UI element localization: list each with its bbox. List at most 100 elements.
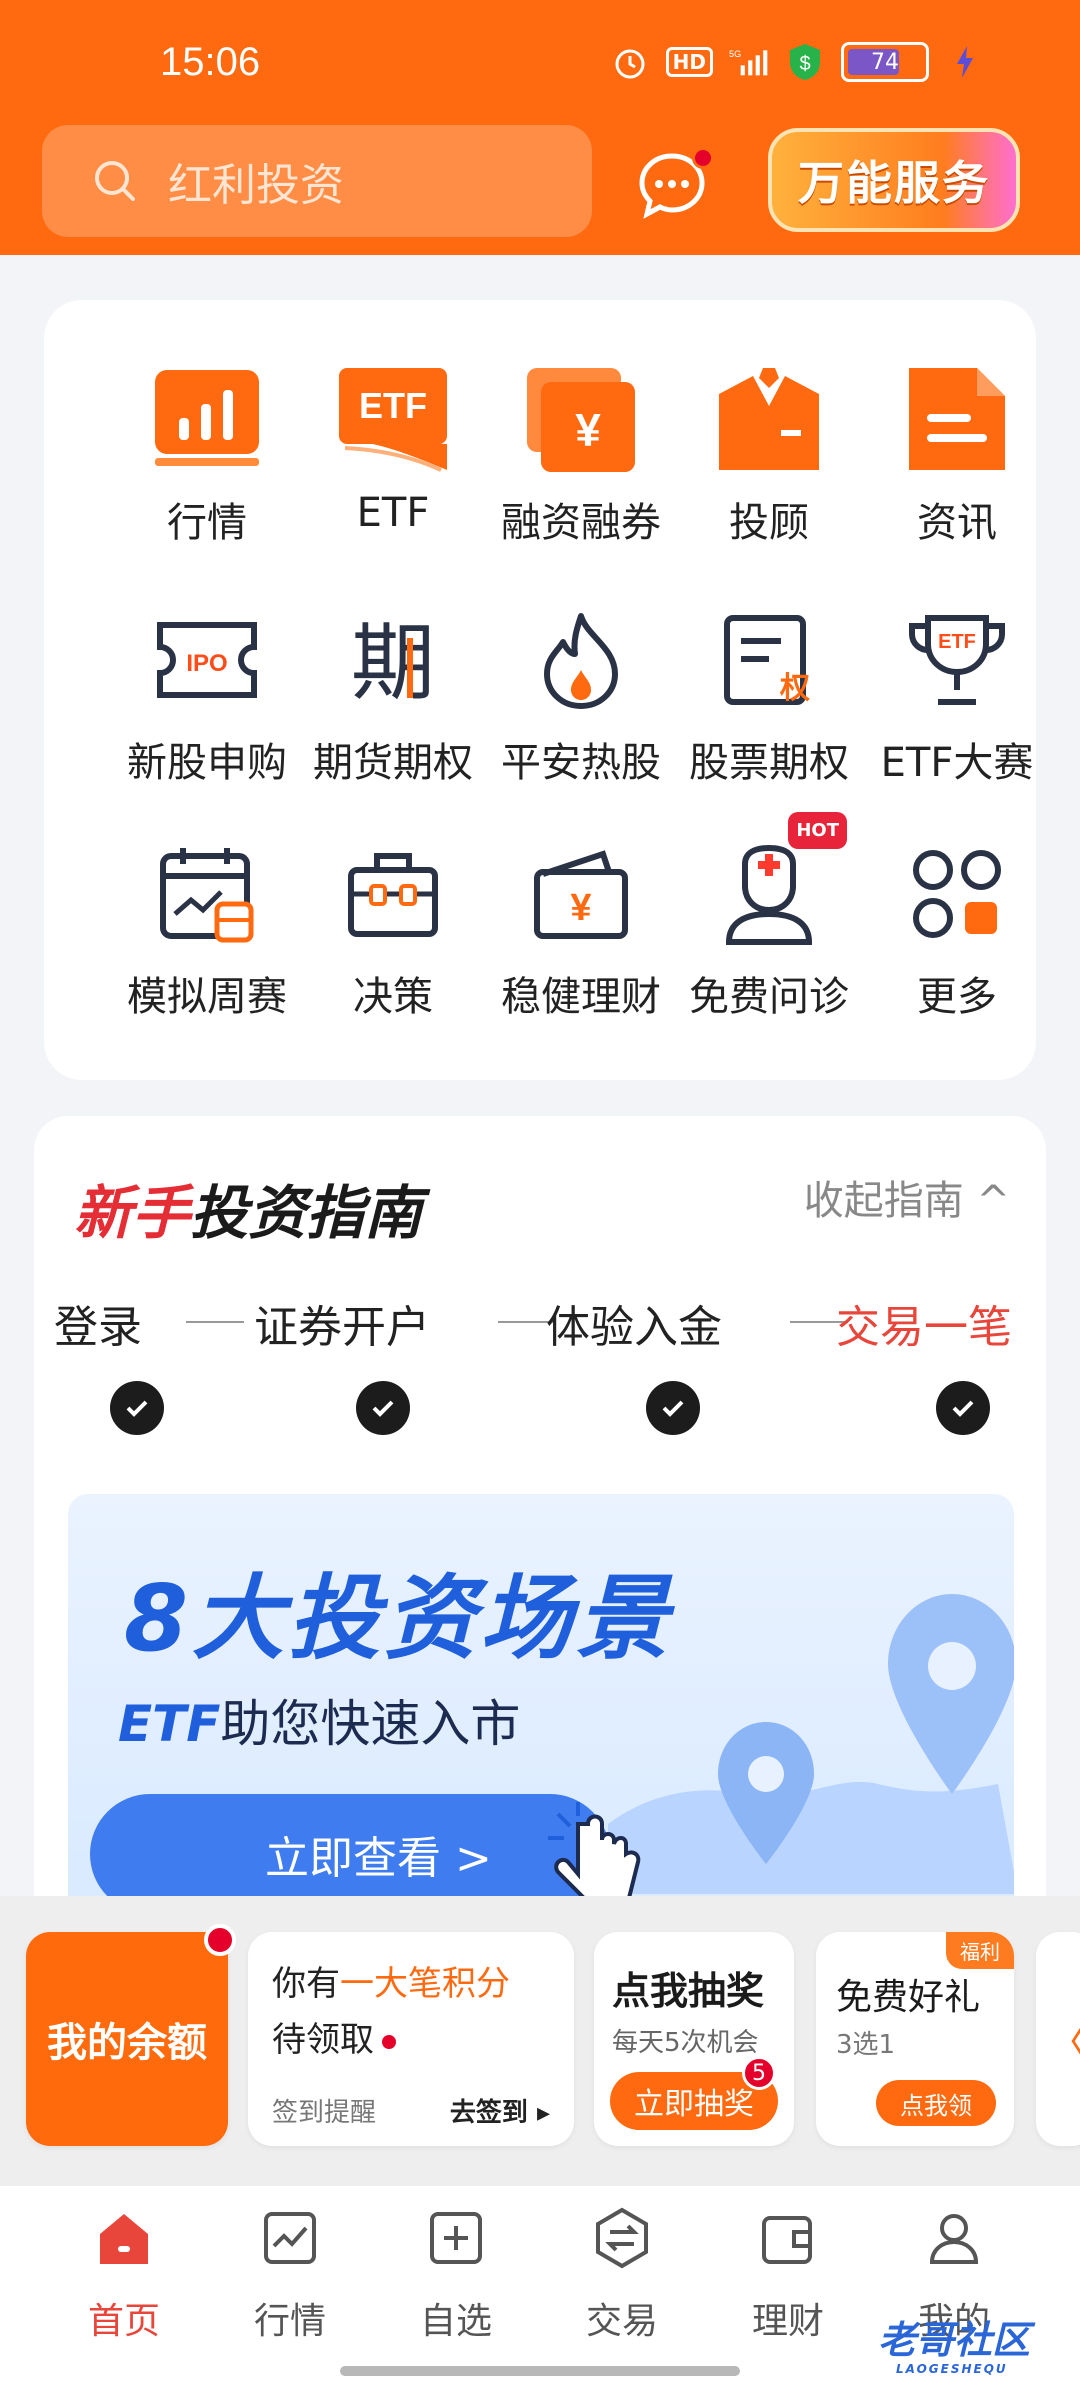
- more-apps-icon: [897, 834, 1017, 954]
- view-now-label: 立即查看 >: [265, 1833, 492, 1884]
- my-balance-label: 我的余额: [47, 2020, 207, 2066]
- etf-icon-text: ETF: [359, 385, 427, 426]
- step-deposit[interactable]: 体验入金: [546, 1291, 722, 1355]
- gift-title: 免费好礼: [836, 1977, 981, 2018]
- my-balance-card[interactable]: 我的余额: [26, 1924, 236, 2146]
- grid-label: 行情: [167, 500, 247, 546]
- investment-scenes-banner[interactable]: 8大投资场景 ETF助您快速入市 立即查看 >: [68, 1494, 1014, 1906]
- grid-label: 股票期权: [689, 740, 849, 786]
- flame-icon: [521, 600, 641, 720]
- plus-square-icon: [430, 2212, 482, 2264]
- grid-item-etf-contest[interactable]: ETF ETF大赛: [862, 600, 1052, 788]
- step-divider: [186, 1321, 244, 1323]
- step-trade[interactable]: 交易一笔: [836, 1291, 1012, 1355]
- nav-watchlist[interactable]: 自选: [376, 2206, 536, 2344]
- yen-text: ¥: [575, 404, 601, 456]
- grid-item-more[interactable]: 更多: [862, 834, 1052, 1022]
- checkin-button[interactable]: 去签到 ▸: [450, 2092, 550, 2129]
- ipo-text: IPO: [186, 650, 227, 677]
- signal-icon: 5G: [729, 42, 769, 82]
- nav-home[interactable]: 首页: [44, 2206, 204, 2344]
- grid-item-sim-contest[interactable]: 模拟周赛: [112, 834, 302, 1022]
- grid-item-hot-stocks[interactable]: 平安热股: [486, 600, 676, 788]
- message-badge: [692, 147, 714, 169]
- ipo-ticket-icon: IPO: [147, 600, 267, 720]
- nav-label: 自选: [419, 2301, 492, 2342]
- lottery-card[interactable]: 点我抽奖 每天5次机会 立即抽奖 5: [594, 1932, 794, 2146]
- nav-trade[interactable]: 交易: [542, 2206, 702, 2344]
- grid-label: 资讯: [917, 500, 997, 546]
- nav-market[interactable]: 行情: [210, 2206, 370, 2344]
- search-icon: [95, 161, 135, 201]
- options-doc-icon: 权: [709, 600, 829, 720]
- grid-item-decision[interactable]: 决策: [298, 834, 488, 1022]
- checkin-reminder[interactable]: 签到提醒: [272, 2092, 376, 2129]
- svg-text:$: $: [799, 53, 810, 75]
- lottery-subtitle: 每天5次机会: [612, 2028, 759, 2058]
- grid-item-etf[interactable]: ETF ETF: [298, 360, 488, 536]
- grid-item-stock-options[interactable]: 权 股票期权: [674, 600, 864, 788]
- grid-item-advisor[interactable]: 投顾: [674, 360, 864, 548]
- check-icon: [936, 1381, 990, 1435]
- universal-service-label: 万能服务: [798, 156, 990, 210]
- calendar-chart-icon: [147, 834, 267, 954]
- view-now-button[interactable]: 立即查看 >: [90, 1794, 610, 1906]
- user-icon: [929, 2214, 979, 2264]
- trophy-etf-text: ETF: [938, 631, 976, 653]
- advisor-suit-icon: [709, 360, 829, 480]
- check-icon: [110, 1381, 164, 1435]
- step-open-account[interactable]: 证券开户: [254, 1291, 430, 1355]
- grid-label: ETF大赛: [880, 740, 1034, 786]
- gift-button[interactable]: 点我领: [876, 2080, 996, 2126]
- watermark-logo: 老哥社区 LAOGESHEQU: [877, 2317, 1030, 2377]
- grid-item-ipo[interactable]: IPO 新股申购: [112, 600, 302, 788]
- grid-label: 免费问诊: [689, 974, 849, 1020]
- universal-service-button[interactable]: 万能服务: [768, 128, 1020, 232]
- home-indicator[interactable]: [340, 2366, 740, 2376]
- hd-icon: HD: [665, 47, 713, 77]
- doctor-icon: HOT: [709, 812, 847, 954]
- chart-bars-icon: [147, 360, 267, 480]
- guide-title: 新手投资指南: [74, 1179, 423, 1247]
- home-icon: [100, 2214, 148, 2264]
- grid-label: 融资融券: [501, 500, 661, 546]
- points-line1: 你有一大笔积分: [272, 1964, 510, 2004]
- alarm-icon: [610, 42, 650, 82]
- grid-label: 平安热股: [501, 740, 661, 786]
- grid-label: 投顾: [729, 500, 809, 546]
- hand-pointer-icon: [548, 1802, 641, 1904]
- step-login[interactable]: 登录: [54, 1291, 142, 1355]
- grid-item-stable-finance[interactable]: ¥ 稳健理财: [486, 834, 676, 1022]
- hot-badge: HOT: [788, 812, 847, 849]
- banner-subtitle: ETF助您快速入市: [118, 1695, 521, 1753]
- grid-item-market[interactable]: 行情: [112, 360, 302, 548]
- grid-label: 更多: [917, 974, 997, 1020]
- balance-badge: [204, 1924, 236, 1956]
- grid-item-futures[interactable]: 期 期货期权: [298, 600, 488, 788]
- banner-title: 8大投资场景: [124, 1565, 673, 1672]
- grid-label: 新股申购: [127, 740, 287, 786]
- app-header: 15:06 HD 5G $ 74 红利投资 万能服务: [0, 0, 1080, 255]
- grid-label: 决策: [353, 974, 433, 1020]
- grid-item-free-consult[interactable]: HOT 免费问诊: [674, 812, 864, 1022]
- wallet-yen-text: ¥: [570, 887, 591, 929]
- promo-scroll-arrow[interactable]: 〈: [1036, 1932, 1080, 2146]
- wallet-icon: [762, 2216, 812, 2264]
- document-icon: [897, 360, 1017, 480]
- collapse-guide-button[interactable]: 收起指南 ^: [804, 1168, 1010, 1226]
- feature-grid: 行情 ETF ETF ¥ 融资融券 投顾 资讯 IPO 新股申购 期 期货期权 …: [44, 300, 1036, 1080]
- free-gift-card[interactable]: 福利 免费好礼 3选1 点我领: [816, 1932, 1014, 2146]
- check-icon: [356, 1381, 410, 1435]
- battery-indicator: 74: [841, 42, 929, 82]
- grid-item-margin[interactable]: ¥ 融资融券: [486, 360, 676, 548]
- search-input[interactable]: 红利投资: [42, 125, 592, 237]
- nav-label: 交易: [585, 2301, 658, 2342]
- chevron-left-icon: 〈: [1048, 2010, 1080, 2068]
- quan-text: 权: [779, 671, 810, 706]
- points-card[interactable]: 你有一大笔积分 待领取 签到提醒 去签到 ▸: [248, 1932, 574, 2146]
- grid-label: 模拟周赛: [127, 974, 287, 1020]
- network-label: 5G: [729, 49, 741, 59]
- grid-label: ETF: [356, 490, 430, 536]
- grid-label: 稳健理财: [501, 974, 661, 1020]
- grid-item-news[interactable]: 资讯: [862, 360, 1052, 548]
